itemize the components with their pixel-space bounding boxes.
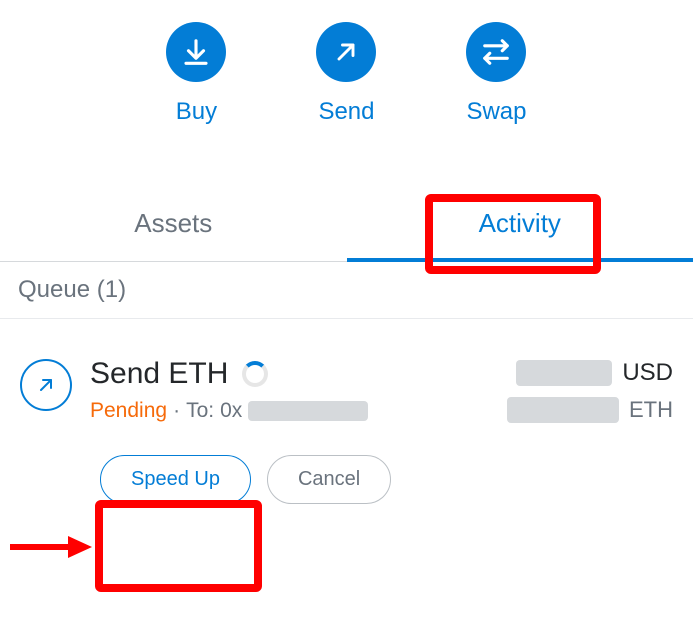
transaction-row[interactable]: Send ETH Pending · To: 0x USD ETH	[0, 319, 693, 433]
send-button[interactable]: Send	[316, 22, 376, 126]
annotation-arrow-icon	[8, 534, 94, 560]
transaction-status: Pending	[90, 399, 167, 423]
primary-currency: USD	[622, 359, 673, 387]
redacted-amount-secondary	[507, 397, 619, 423]
transaction-title: Send ETH	[90, 357, 228, 391]
buy-button[interactable]: Buy	[166, 22, 226, 126]
speed-up-button[interactable]: Speed Up	[100, 455, 251, 504]
tabs-row: Assets Activity	[0, 188, 693, 262]
transaction-details: Send ETH Pending · To: 0x	[90, 357, 489, 423]
loading-spinner-icon	[242, 361, 268, 387]
transaction-amounts: USD ETH	[507, 359, 673, 433]
send-icon	[316, 22, 376, 82]
cancel-button[interactable]: Cancel	[267, 455, 391, 504]
to-label: To:	[186, 399, 214, 423]
redacted-address	[248, 401, 368, 421]
swap-label: Swap	[466, 98, 526, 126]
buy-label: Buy	[176, 98, 217, 126]
redacted-amount-primary	[516, 360, 612, 386]
swap-button[interactable]: Swap	[466, 22, 526, 126]
tab-activity[interactable]: Activity	[347, 188, 693, 261]
send-label: Send	[318, 98, 374, 126]
wallet-actions-row: Buy Send Swap	[0, 0, 693, 158]
tab-assets[interactable]: Assets	[0, 188, 347, 261]
queue-header: Queue (1)	[0, 262, 693, 319]
buy-icon	[166, 22, 226, 82]
transaction-type-icon	[20, 359, 72, 411]
transaction-actions: Speed Up Cancel	[100, 455, 693, 504]
swap-icon	[466, 22, 526, 82]
annotation-highlight-speedup	[95, 500, 262, 592]
secondary-currency: ETH	[629, 397, 673, 423]
to-address-prefix: 0x	[220, 399, 242, 423]
separator-dot: ·	[173, 399, 180, 423]
